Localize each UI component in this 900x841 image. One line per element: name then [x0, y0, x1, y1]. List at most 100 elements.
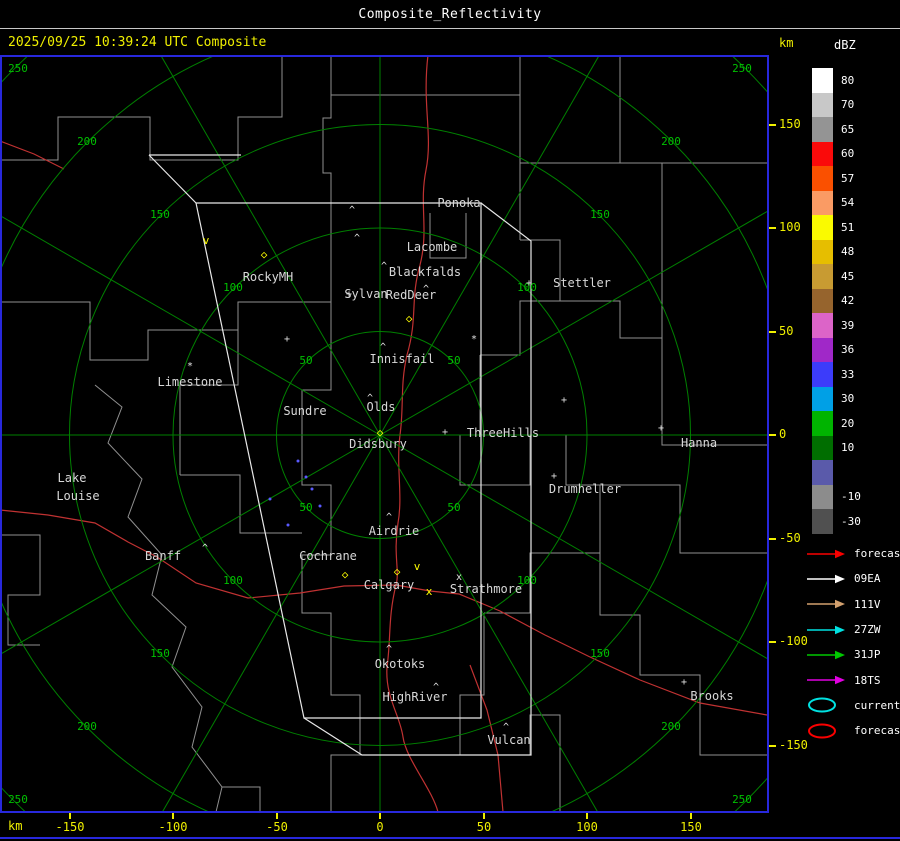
right-axis-tick: [769, 124, 776, 126]
colorbar: 80 70 65 60 57 54 51 48 45 42 39 36 33 30 20 10 -10 -30: [812, 68, 861, 534]
city-label: Drumheller: [549, 482, 621, 496]
colorbar-row: 48: [812, 239, 861, 264]
legend-label: current: [854, 698, 900, 712]
legend-label: forecast: [854, 547, 900, 561]
colorbar-label: -10: [841, 490, 861, 504]
bottom-axis-unit: km: [8, 819, 23, 833]
bottom-axis-label: 100: [576, 820, 598, 834]
legend-arrow-head: [835, 675, 845, 685]
legend-arrow-head: [835, 600, 845, 609]
right-axis-label: -50: [779, 531, 801, 545]
city-label: Okotoks: [375, 657, 426, 671]
colorbar-swatch: [812, 68, 833, 93]
map-marker: ^: [367, 393, 373, 404]
city-label: Cochrane: [299, 549, 357, 563]
echo-dots: [268, 459, 322, 527]
map-marker: ^: [423, 284, 429, 295]
city-label: Lacombe: [407, 240, 458, 254]
colorbar-row: 39: [812, 313, 861, 338]
colorbar-label: 48: [841, 245, 855, 259]
city-label: RockyMH: [243, 270, 294, 284]
colorbar-row: 80: [812, 68, 861, 93]
map-marker: ^: [433, 682, 439, 693]
right-axis-label: 50: [779, 324, 794, 338]
colorbar-swatch: [812, 460, 833, 485]
legend-label: 31JP: [854, 648, 881, 662]
colorbar-row: 54: [812, 190, 861, 215]
range-ring-label: 200: [77, 720, 97, 733]
map-marker: ^: [381, 261, 387, 272]
colorbar-label: 54: [841, 196, 855, 210]
range-ring-label: 150: [590, 208, 610, 221]
legend-row: forecast: [806, 718, 900, 743]
colorbar-label: 36: [841, 343, 855, 357]
echo-dot: [286, 523, 290, 527]
legend-arrow-head: [835, 650, 845, 660]
radar-site-marker: ◇: [377, 426, 384, 439]
range-ring-label: 150: [150, 208, 170, 221]
legend-ellipse: [808, 723, 836, 739]
colorbar-swatch: [812, 337, 833, 362]
right-axis-label: -150: [779, 738, 808, 752]
colorbar-label: 20: [841, 416, 855, 430]
city-labels: PonokaLacombeBlackfaldsSylvanRedDeerStet…: [56, 196, 733, 747]
right-axis-tick: [769, 538, 776, 540]
colorbar-label: 60: [841, 147, 855, 161]
bottom-axis-tick: [276, 813, 278, 819]
colorbar-swatch: [812, 509, 833, 534]
colorbar-swatch: [812, 435, 833, 460]
colorbar-row: -10: [812, 484, 861, 509]
bottom-axis-tick: [690, 813, 692, 819]
map-marker: ^: [386, 644, 392, 655]
range-ring-label: 100: [223, 281, 243, 294]
bottom-axis-label: 0: [376, 820, 384, 834]
range-ring-label: 250: [732, 793, 752, 806]
legend-arrow-icon: [807, 549, 845, 558]
bottom-axis-tick: [483, 813, 485, 819]
legend-ellipse-icon: [808, 723, 836, 739]
legend-row: 31JP: [806, 642, 900, 667]
city-label: Didsbury: [349, 437, 407, 451]
colorbar-row: 36: [812, 337, 861, 362]
colorbar-label: -30: [841, 514, 861, 528]
colorbar-row: 60: [812, 141, 861, 166]
right-axis-label: 100: [779, 220, 801, 234]
colorbar-row: 65: [812, 117, 861, 142]
map-marker: +: [284, 334, 290, 345]
colorbar-label: 65: [841, 122, 855, 136]
radar-site-marker: ◇: [406, 312, 413, 325]
right-axis-tick: [769, 227, 776, 229]
colorbar-row: 45: [812, 264, 861, 289]
colorbar-swatch: [812, 141, 833, 166]
colorbar-swatch: [812, 264, 833, 289]
legend-label: 18TS: [854, 673, 881, 687]
legend-row: current: [806, 693, 900, 718]
city-label: Brooks: [690, 689, 733, 703]
map-marker: *: [187, 361, 193, 372]
city-label: Vulcan: [487, 733, 530, 747]
colorbar-row: 42: [812, 288, 861, 313]
colorbar-label: 33: [841, 367, 855, 381]
window-title: Composite_Reflectivity: [358, 6, 542, 22]
colorbar-swatch: [812, 239, 833, 264]
city-label: Hanna: [681, 436, 717, 450]
city-label: Limestone: [157, 375, 222, 389]
legend-label: 111V: [854, 597, 881, 611]
title-separator: [0, 28, 900, 29]
city-label: Airdrie: [369, 524, 420, 538]
range-ring-label: 50: [299, 354, 312, 367]
map-marker: ^: [503, 722, 509, 733]
range-ring-label: 250: [8, 793, 28, 806]
colorbar-row: 30: [812, 386, 861, 411]
bottom-axis-label: -50: [266, 820, 288, 834]
city-label: Calgary: [364, 578, 415, 592]
map-marker: +: [658, 423, 664, 434]
radar-map[interactable]: 5010015020025050100150200250501001502002…: [0, 55, 769, 813]
bottom-axis-label: 150: [680, 820, 702, 834]
colorbar-label: 10: [841, 441, 855, 455]
legend-label: 09EA: [854, 572, 881, 586]
legend-row: 09EA: [806, 566, 900, 591]
map-markers: ^ ^ ^ + ^ + * ^ + * ^ + + + + ^ ^ x ^ ^ + ^: [187, 205, 687, 733]
legend-row: 111V: [806, 592, 900, 617]
range-ring-label: 150: [590, 647, 610, 660]
